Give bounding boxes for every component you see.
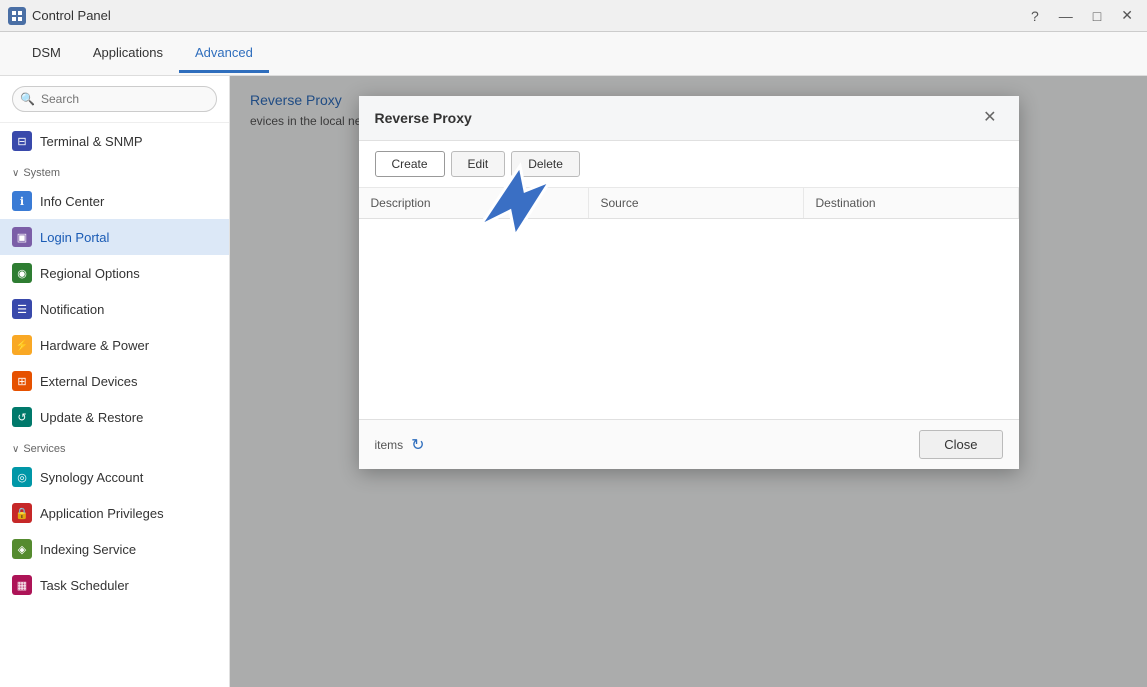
terminal-snmp-icon: ⊟	[12, 131, 32, 151]
regional-options-label: Regional Options	[40, 266, 140, 281]
app-title: Control Panel	[32, 8, 111, 23]
sidebar: 🔍 ⊟ Terminal & SNMP ∨ System ℹ I	[0, 76, 230, 687]
close-window-button[interactable]: ✕	[1115, 5, 1139, 26]
tab-dsm[interactable]: DSM	[16, 35, 77, 73]
section-system-arrow: ∨	[12, 168, 19, 179]
modal-footer: items ↻ Close	[359, 419, 1019, 469]
section-services-label: Services	[23, 443, 65, 455]
titlebar-left: Control Panel	[8, 7, 111, 25]
sidebar-item-terminal-snmp[interactable]: ⊟ Terminal & SNMP	[0, 123, 229, 159]
section-system[interactable]: ∨ System	[0, 159, 229, 183]
sidebar-item-hardware-power[interactable]: ⚡ Hardware & Power	[0, 327, 229, 363]
reverse-proxy-modal: Reverse Proxy ✕ Create Edit Delete Descr…	[359, 96, 1019, 469]
update-restore-icon: ↺	[12, 407, 32, 427]
application-privileges-label: Application Privileges	[40, 506, 164, 521]
tab-applications[interactable]: Applications	[77, 35, 179, 73]
col-destination: Destination	[804, 188, 1019, 218]
sidebar-item-login-portal[interactable]: ▣ Login Portal	[0, 219, 229, 255]
task-scheduler-icon: ▦	[12, 575, 32, 595]
sidebar-item-indexing-service[interactable]: ◈ Indexing Service	[0, 531, 229, 567]
external-devices-icon: ⊞	[12, 371, 32, 391]
main-window: DSM Applications Advanced 🔍 ⊟ Terminal &…	[0, 32, 1147, 687]
search-input[interactable]	[12, 86, 217, 112]
section-services-arrow: ∨	[12, 444, 19, 455]
sidebar-item-update-restore[interactable]: ↺ Update & Restore	[0, 399, 229, 435]
terminal-snmp-label: Terminal & SNMP	[40, 134, 143, 149]
modal-table: Description Source Destination	[359, 188, 1019, 419]
regional-options-icon: ◉	[12, 263, 32, 283]
login-portal-icon: ▣	[12, 227, 32, 247]
create-button[interactable]: Create	[375, 151, 445, 177]
sidebar-item-task-scheduler[interactable]: ▦ Task Scheduler	[0, 567, 229, 603]
col-description: Description	[359, 188, 589, 218]
tab-advanced[interactable]: Advanced	[179, 35, 269, 73]
edit-button[interactable]: Edit	[451, 151, 506, 177]
synology-account-icon: ◎	[12, 467, 32, 487]
sidebar-item-notification[interactable]: ☰ Notification	[0, 291, 229, 327]
sidebar-item-info-center[interactable]: ℹ Info Center	[0, 183, 229, 219]
modal-close-button[interactable]: ✕	[977, 108, 1002, 128]
titlebar: Control Panel ? — □ ✕	[0, 0, 1147, 32]
login-portal-label: Login Portal	[40, 230, 109, 245]
section-system-label: System	[23, 167, 60, 179]
table-header: Description Source Destination	[359, 188, 1019, 219]
sidebar-item-regional-options[interactable]: ◉ Regional Options	[0, 255, 229, 291]
sidebar-item-application-privileges[interactable]: 🔒 Application Privileges	[0, 495, 229, 531]
indexing-service-icon: ◈	[12, 539, 32, 559]
content-area: 🔍 ⊟ Terminal & SNMP ∨ System ℹ I	[0, 76, 1147, 687]
sidebar-search-container: 🔍	[0, 76, 229, 123]
modal-header: Reverse Proxy ✕	[359, 96, 1019, 141]
info-center-icon: ℹ	[12, 191, 32, 211]
maximize-button[interactable]: □	[1087, 5, 1107, 26]
items-count-label: items	[375, 438, 404, 452]
info-center-label: Info Center	[40, 194, 104, 209]
search-icon: 🔍	[20, 92, 35, 106]
top-nav: DSM Applications Advanced	[0, 32, 1147, 76]
external-devices-label: External Devices	[40, 374, 138, 389]
indexing-service-label: Indexing Service	[40, 542, 136, 557]
modal-toolbar: Create Edit Delete	[359, 141, 1019, 188]
footer-right: Close	[919, 430, 1002, 459]
application-privileges-icon: 🔒	[12, 503, 32, 523]
update-restore-label: Update & Restore	[40, 410, 143, 425]
synology-account-label: Synology Account	[40, 470, 143, 485]
hardware-power-icon: ⚡	[12, 335, 32, 355]
notification-icon: ☰	[12, 299, 32, 319]
modal-title: Reverse Proxy	[375, 110, 472, 126]
notification-label: Notification	[40, 302, 104, 317]
sidebar-item-external-devices[interactable]: ⊞ External Devices	[0, 363, 229, 399]
section-services[interactable]: ∨ Services	[0, 435, 229, 459]
hardware-power-label: Hardware & Power	[40, 338, 149, 353]
help-button[interactable]: ?	[1025, 5, 1045, 26]
col-source: Source	[589, 188, 804, 218]
delete-button[interactable]: Delete	[511, 151, 580, 177]
main-panel: Reverse Proxy evices in the local networ…	[230, 76, 1147, 687]
close-button[interactable]: Close	[919, 430, 1002, 459]
window-controls: ? — □ ✕	[1025, 5, 1139, 26]
sidebar-item-synology-account[interactable]: ◎ Synology Account	[0, 459, 229, 495]
refresh-button[interactable]: ↻	[411, 435, 424, 455]
task-scheduler-label: Task Scheduler	[40, 578, 129, 593]
app-icon	[8, 7, 26, 25]
table-body	[359, 219, 1019, 419]
minimize-button[interactable]: —	[1053, 5, 1079, 26]
modal-overlay: Reverse Proxy ✕ Create Edit Delete Descr…	[230, 76, 1147, 687]
